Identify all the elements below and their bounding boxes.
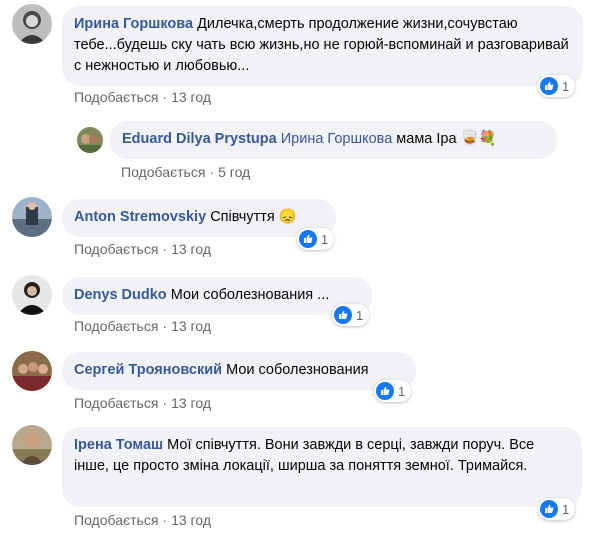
like-button[interactable]: Подобається: [74, 395, 158, 411]
comment-bubble: Сергей Трояновский Мои соболезнования: [62, 352, 416, 390]
mention-link[interactable]: Ирина Горшкова: [281, 131, 393, 147]
reaction-count: 1: [356, 307, 364, 323]
like-button[interactable]: Подобається: [74, 89, 158, 105]
reaction-badge[interactable]: 1: [374, 380, 412, 402]
avatar[interactable]: [12, 197, 52, 237]
comment-author[interactable]: Ирина Горшкова: [74, 16, 193, 32]
comment-author[interactable]: Denys Dudko: [74, 287, 167, 303]
comment-text: Співчуття: [210, 209, 275, 225]
avatar[interactable]: [12, 275, 52, 315]
separator: ·: [162, 318, 168, 334]
comment-author[interactable]: Ірена Томаш: [74, 437, 163, 453]
emoji: 😞: [278, 209, 297, 225]
comment-meta: Подобається · 13 год: [74, 512, 211, 528]
timestamp[interactable]: 5 год: [218, 164, 250, 180]
like-button[interactable]: Подобається: [74, 241, 158, 257]
comment-bubble: Anton Stremovskiy Співчуття 😞: [62, 199, 336, 237]
timestamp[interactable]: 13 год: [171, 512, 211, 528]
thumbs-up-icon: [334, 306, 352, 324]
thumbs-up-icon: [540, 500, 558, 518]
comment-author[interactable]: Сергей Трояновский: [74, 362, 222, 378]
like-button[interactable]: Подобається: [74, 512, 158, 528]
timestamp[interactable]: 13 год: [171, 318, 211, 334]
separator: ·: [162, 241, 168, 257]
like-button[interactable]: Подобається: [121, 164, 205, 180]
comment-meta: Подобається · 13 год: [74, 89, 211, 105]
reaction-count: 1: [562, 78, 570, 94]
comment-bubble: Denys Dudko Мои соболезнования ...: [62, 277, 372, 315]
separator: ·: [209, 164, 215, 180]
comment-meta: Подобається · 5 год: [121, 164, 250, 180]
reaction-badge[interactable]: 1: [538, 75, 576, 97]
separator: ·: [162, 89, 168, 105]
comment-author[interactable]: Eduard Dilya Prystupa: [122, 131, 277, 147]
separator: ·: [162, 395, 168, 411]
thumbs-up-icon: [299, 230, 317, 248]
reaction-count: 1: [562, 501, 570, 517]
reply-bubble: Eduard Dilya Prystupa Ирина Горшкова мам…: [110, 121, 557, 159]
avatar[interactable]: [12, 351, 52, 391]
thumbs-up-icon: [540, 77, 558, 95]
comment-bubble: Ирина Горшкова Дилечка,смерть продолжени…: [62, 6, 583, 86]
timestamp[interactable]: 13 год: [171, 241, 211, 257]
separator: ·: [162, 512, 168, 528]
comment-meta: Подобається · 13 год: [74, 318, 211, 334]
thumbs-up-icon: [376, 382, 394, 400]
avatar[interactable]: [12, 4, 52, 44]
comment-bubble: Ірена Томаш Мої співчуття. Вони завжди в…: [62, 427, 582, 507]
comment-meta: Подобається · 13 год: [74, 395, 211, 411]
comment-text: Мои соболезнования ...: [170, 287, 330, 303]
emoji: 🥃💐: [460, 131, 497, 147]
avatar[interactable]: [77, 127, 103, 153]
timestamp[interactable]: 13 год: [171, 395, 211, 411]
reaction-count: 1: [398, 383, 406, 399]
comment-author[interactable]: Anton Stremovskiy: [74, 209, 206, 225]
timestamp[interactable]: 13 год: [171, 89, 211, 105]
comment-meta: Подобається · 13 год: [74, 241, 211, 257]
avatar[interactable]: [12, 425, 52, 465]
comment-text: Мои соболезнования: [226, 362, 369, 378]
like-button[interactable]: Подобається: [74, 318, 158, 334]
comment-text: мама Іра: [396, 131, 457, 147]
reaction-count: 1: [321, 231, 329, 247]
reaction-badge[interactable]: 1: [297, 228, 335, 250]
reaction-badge[interactable]: 1: [538, 498, 576, 520]
reaction-badge[interactable]: 1: [332, 304, 370, 326]
